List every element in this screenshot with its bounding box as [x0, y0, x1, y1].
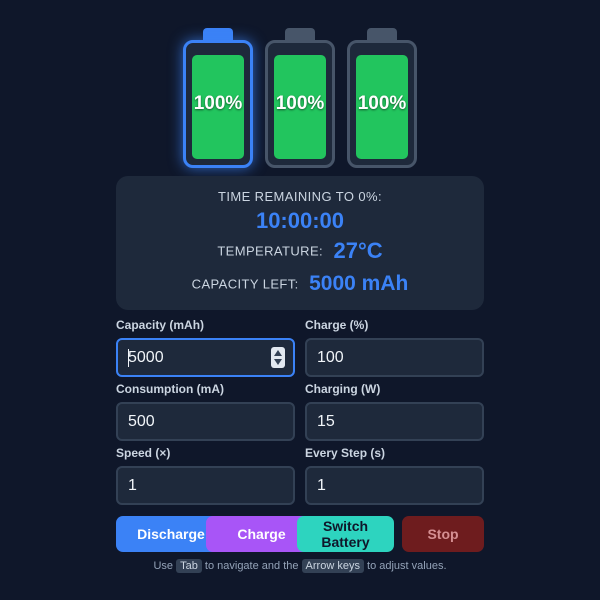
speed-label: Speed (×) [116, 446, 171, 460]
consumption-input[interactable] [128, 404, 258, 439]
hint-text-middle: to navigate and the [204, 560, 299, 572]
arrow-keys-badge: Arrow keys [301, 559, 364, 573]
consumption-label: Consumption (mA) [116, 382, 224, 396]
hint-text-start: Use [153, 560, 174, 572]
temperature-row: TEMPERATURE: 27°C [116, 238, 484, 264]
charging-field: Charging (W) [305, 382, 484, 441]
stop-button[interactable]: Stop [402, 516, 484, 552]
consumption-input-box[interactable] [116, 402, 295, 441]
switch-battery-button[interactable]: Switch Battery [297, 516, 394, 552]
speed-input-box[interactable] [116, 466, 295, 505]
battery-percent: 100% [275, 93, 325, 114]
keyboard-hint: Use Tab to navigate and the Arrow keys t… [0, 559, 600, 573]
battery-2[interactable]: 100% [265, 28, 335, 168]
battery-body: 100% [183, 40, 253, 168]
charge-input[interactable] [317, 340, 447, 375]
battery-body: 100% [347, 40, 417, 168]
speed-field: Speed (×) [116, 446, 295, 505]
battery-body: 100% [265, 40, 335, 168]
capacity-input-box[interactable] [116, 338, 295, 377]
consumption-field: Consumption (mA) [116, 382, 295, 441]
temperature-value: 27°C [333, 238, 383, 263]
time-remaining-label: TIME REMAINING TO 0%: [218, 189, 382, 204]
capacity-field: Capacity (mAh) [116, 318, 295, 377]
battery-3[interactable]: 100% [347, 28, 417, 168]
hint-text-end: to adjust values. [367, 560, 447, 572]
temperature-label: TEMPERATURE: [217, 243, 324, 259]
capacity-spinner[interactable] [271, 347, 285, 368]
time-remaining-value: 10:00:00 [255, 208, 345, 233]
text-caret [128, 349, 129, 367]
charging-label: Charging (W) [305, 382, 381, 396]
charging-input[interactable] [317, 404, 447, 439]
spinner-down-icon[interactable] [274, 359, 282, 365]
battery-percent: 100% [193, 93, 243, 114]
charge-field: Charge (%) [305, 318, 484, 377]
battery-1[interactable]: 100% [183, 28, 253, 168]
every-step-label: Every Step (s) [305, 446, 386, 460]
capacity-left-value: 5000 mAh [309, 272, 409, 295]
charge-label: Charge (%) [305, 318, 369, 332]
time-remaining-row: TIME REMAINING TO 0%: 10:00:00 [116, 188, 484, 234]
charge-input-box[interactable] [305, 338, 484, 377]
battery-simulator-app: 100% 100% 100% TIME REMAINING TO 0%: 10:… [0, 0, 600, 600]
capacity-label: Capacity (mAh) [116, 318, 205, 332]
capacity-left-row: CAPACITY LEFT: 5000 mAh [116, 272, 484, 296]
tab-key-badge: Tab [176, 559, 202, 573]
capacity-left-label: CAPACITY LEFT: [191, 276, 299, 292]
spinner-up-icon[interactable] [274, 350, 282, 356]
every-step-input[interactable] [317, 468, 447, 503]
charging-input-box[interactable] [305, 402, 484, 441]
capacity-input[interactable] [128, 340, 258, 375]
battery-percent: 100% [357, 93, 407, 114]
every-step-field: Every Step (s) [305, 446, 484, 505]
battery-row: 100% 100% 100% [0, 28, 600, 168]
every-step-input-box[interactable] [305, 466, 484, 505]
status-panel: TIME REMAINING TO 0%: 10:00:00 TEMPERATU… [116, 176, 484, 310]
speed-input[interactable] [128, 468, 258, 503]
